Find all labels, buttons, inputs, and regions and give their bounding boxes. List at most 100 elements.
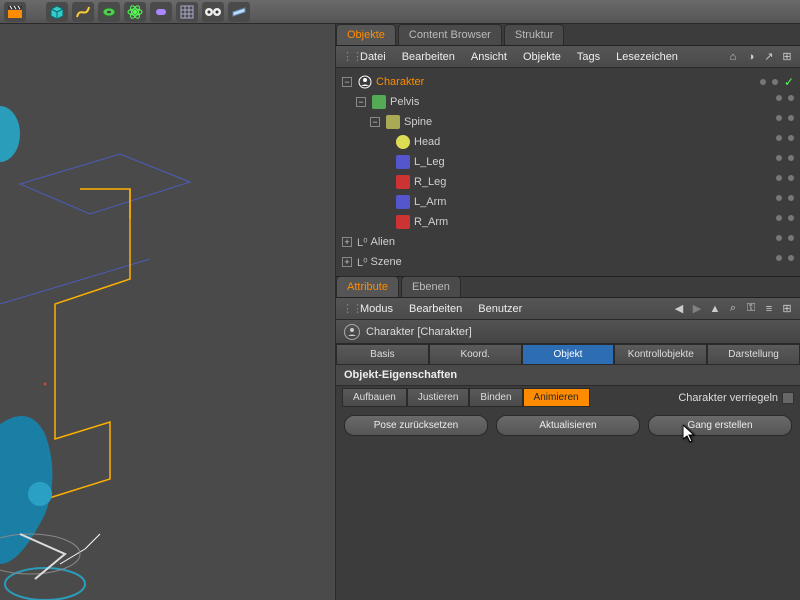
create-walk-button[interactable]: Gang erstellen xyxy=(648,415,792,436)
tab-objekt[interactable]: Objekt xyxy=(522,344,615,365)
expand-icon[interactable]: ⊞ xyxy=(780,302,794,316)
atom-icon[interactable] xyxy=(124,2,146,22)
viewport-3d[interactable] xyxy=(0,24,336,600)
arrow-icon[interactable]: ↗ xyxy=(762,50,776,64)
object-tabs: Basis Koord. Objekt Kontrollobjekte Dars… xyxy=(336,344,800,365)
tree-r-leg[interactable]: R_Leg xyxy=(336,172,800,192)
tab-darstellung[interactable]: Darstellung xyxy=(707,344,800,365)
menu-mode[interactable]: Modus xyxy=(354,301,399,317)
grip-icon: ⋮⋮ xyxy=(342,302,350,315)
collapse-icon[interactable]: − xyxy=(356,97,366,107)
check-icon: ✓ xyxy=(784,75,794,89)
update-button[interactable]: Aktualisieren xyxy=(496,415,640,436)
subtab-animieren[interactable]: Animieren xyxy=(523,388,590,407)
tree-l-arm[interactable]: L_Arm xyxy=(336,192,800,212)
collapse-icon[interactable]: − xyxy=(342,77,352,87)
tree-label: Alien xyxy=(371,236,770,248)
menu-tags[interactable]: Tags xyxy=(571,49,606,65)
character-icon xyxy=(344,324,360,340)
tree-label: Pelvis xyxy=(390,96,770,108)
tree-label: Head xyxy=(414,136,770,148)
tree-label: L_Arm xyxy=(414,196,770,208)
grid-icon[interactable] xyxy=(176,2,198,22)
tab-layers[interactable]: Ebenen xyxy=(401,276,461,297)
tab-kontrollobjekte[interactable]: Kontrollobjekte xyxy=(614,344,707,365)
tree-label: R_Leg xyxy=(414,176,770,188)
expand-icon[interactable]: ⊞ xyxy=(780,50,794,64)
tree-label: R_Arm xyxy=(414,216,770,228)
menu-bookmarks[interactable]: Lesezeichen xyxy=(610,49,684,65)
lock-checkbox[interactable] xyxy=(782,392,794,404)
object-title: Charakter [Charakter] xyxy=(366,326,472,338)
character-icon xyxy=(358,75,372,89)
tree-alien[interactable]: + L⁰ Alien xyxy=(336,232,800,252)
expand-icon[interactable]: + xyxy=(342,257,352,267)
action-buttons: Pose zurücksetzen Aktualisieren Gang ers… xyxy=(336,409,800,442)
cube-icon[interactable] xyxy=(46,2,68,22)
bone-icon xyxy=(396,175,410,189)
menu-edit[interactable]: Bearbeiten xyxy=(403,301,468,317)
nav-back-icon[interactable]: ◀ xyxy=(672,302,686,316)
reset-pose-button[interactable]: Pose zurücksetzen xyxy=(344,415,488,436)
menu-icon[interactable]: ≡ xyxy=(762,302,776,316)
top-toolbar xyxy=(0,0,800,24)
null-icon: L⁰ xyxy=(357,256,368,269)
section-header: Objekt-Eigenschaften xyxy=(336,365,800,386)
tab-structure[interactable]: Struktur xyxy=(504,24,565,45)
menu-edit[interactable]: Bearbeiten xyxy=(396,49,461,65)
tree-label: Charakter xyxy=(376,76,770,88)
bone-icon xyxy=(396,135,410,149)
menu-user[interactable]: Benutzer xyxy=(472,301,528,317)
nav-up-icon[interactable]: ▲ xyxy=(708,302,722,316)
attribute-panel-tabs: Attribute Ebenen xyxy=(336,276,800,298)
subtab-justieren[interactable]: Justieren xyxy=(407,388,470,407)
torus-icon[interactable] xyxy=(98,2,120,22)
bone-icon xyxy=(372,95,386,109)
subtab-aufbauen[interactable]: Aufbauen xyxy=(342,388,407,407)
tree-character[interactable]: − Charakter ✓ xyxy=(336,72,800,92)
plane-icon[interactable] xyxy=(228,2,250,22)
home-icon[interactable]: ⌂ xyxy=(726,50,740,64)
tab-attributes[interactable]: Attribute xyxy=(336,276,399,297)
tree-label: L_Leg xyxy=(414,156,770,168)
object-panel-tabs: Objekte Content Browser Struktur xyxy=(336,24,800,46)
clapper-icon[interactable] xyxy=(4,2,26,22)
tab-objects[interactable]: Objekte xyxy=(336,24,396,45)
collapse-icon[interactable]: − xyxy=(370,117,380,127)
object-header: Charakter [Charakter] xyxy=(336,320,800,344)
capsule-icon[interactable] xyxy=(150,2,172,22)
menu-view[interactable]: Ansicht xyxy=(465,49,513,65)
tree-label: Spine xyxy=(404,116,770,128)
tab-basis[interactable]: Basis xyxy=(336,344,429,365)
tree-scene[interactable]: + L⁰ Szene xyxy=(336,252,800,272)
bone-icon xyxy=(396,155,410,169)
tree-r-arm[interactable]: R_Arm xyxy=(336,212,800,232)
object-subtabs: Aufbauen Justieren Binden Animieren Char… xyxy=(336,386,800,409)
bone-icon xyxy=(396,195,410,209)
null-icon: L⁰ xyxy=(357,236,368,249)
tree-head[interactable]: Head xyxy=(336,132,800,152)
eyes-icon[interactable] xyxy=(202,2,224,22)
attribute-menubar: ⋮⋮ Modus Bearbeiten Benutzer ◀ ▶ ▲ ⌕ ⚿ ≡… xyxy=(336,298,800,320)
grip-icon: ⋮⋮ xyxy=(342,50,350,63)
tree-spine[interactable]: − Spine xyxy=(336,112,800,132)
object-menubar: ⋮⋮ Datei Bearbeiten Ansicht Objekte Tags… xyxy=(336,46,800,68)
menu-file[interactable]: Datei xyxy=(354,49,392,65)
tab-koord[interactable]: Koord. xyxy=(429,344,522,365)
object-tree: − Charakter ✓ − Pelvis − Spine Head xyxy=(336,68,800,276)
menu-objects[interactable]: Objekte xyxy=(517,49,567,65)
search-icon[interactable]: ⌕ xyxy=(726,302,740,316)
tree-pelvis[interactable]: − Pelvis xyxy=(336,92,800,112)
bone-icon xyxy=(386,115,400,129)
tree-label: Szene xyxy=(371,256,770,268)
lock-label: Charakter verriegeln xyxy=(678,392,778,404)
eye-icon[interactable]: ◑ xyxy=(744,50,758,64)
lock-icon[interactable]: ⚿ xyxy=(744,302,758,316)
nav-fwd-icon[interactable]: ▶ xyxy=(690,302,704,316)
curve-icon[interactable] xyxy=(72,2,94,22)
tree-l-leg[interactable]: L_Leg xyxy=(336,152,800,172)
expand-icon[interactable]: + xyxy=(342,237,352,247)
subtab-binden[interactable]: Binden xyxy=(469,388,522,407)
bone-icon xyxy=(396,215,410,229)
tab-content-browser[interactable]: Content Browser xyxy=(398,24,502,45)
